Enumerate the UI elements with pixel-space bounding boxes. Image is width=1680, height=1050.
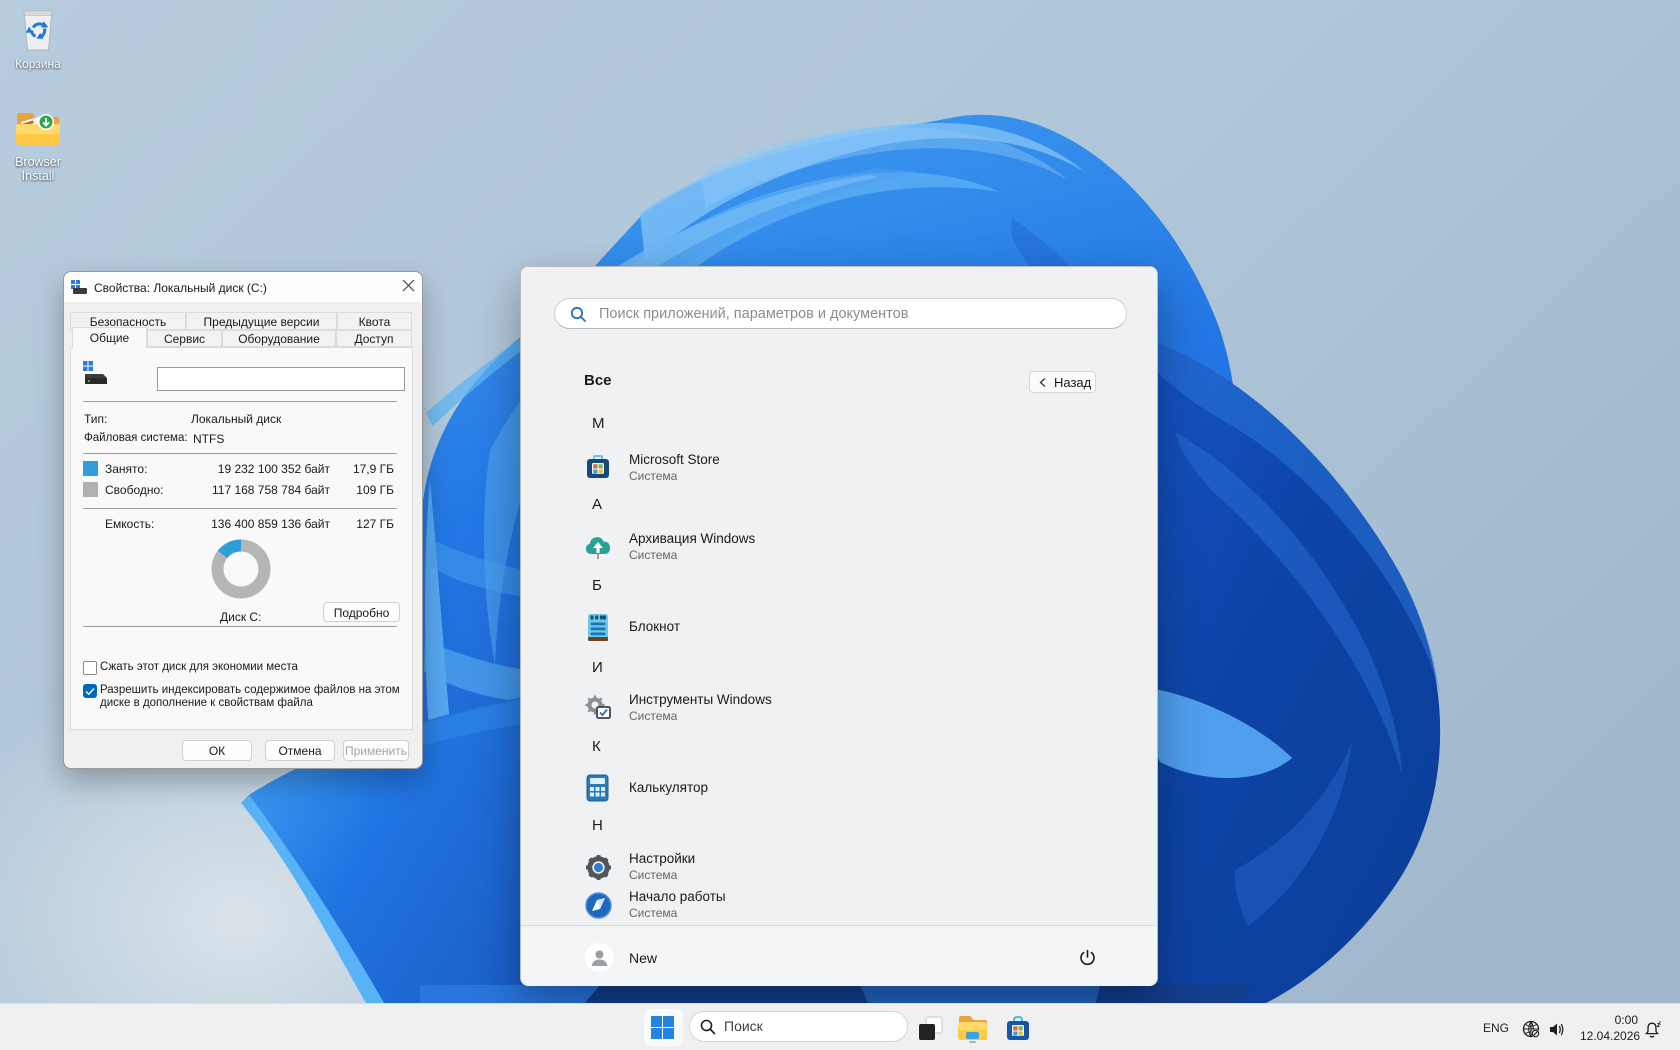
svg-text:z: z [1659,1021,1662,1027]
